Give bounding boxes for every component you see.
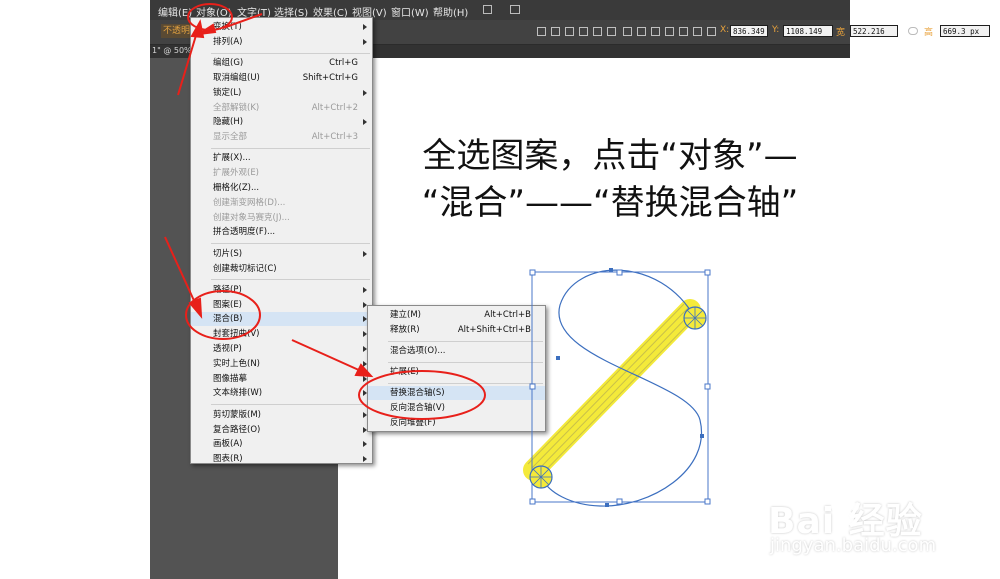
annotation-arrows [164, 13, 374, 378]
blend-circle-top[interactable] [683, 306, 707, 330]
paw-icon [831, 496, 859, 526]
blend-objects[interactable] [523, 299, 701, 481]
annotation-circles [185, 3, 486, 420]
blend-circle-bottom[interactable] [529, 465, 553, 489]
watermark-url: jingyan.baidu.com [770, 535, 937, 556]
